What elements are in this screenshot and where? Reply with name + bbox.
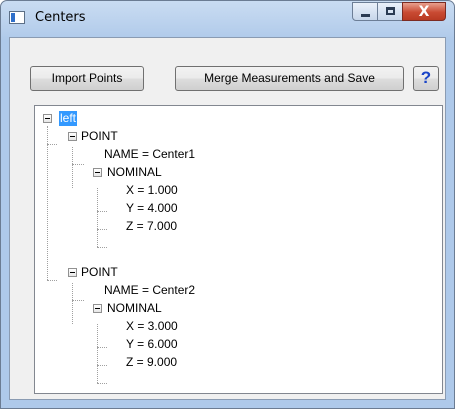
tree-node-z[interactable]: Z = 7.000: [126, 219, 177, 234]
tree-connector: [97, 211, 107, 212]
merge-measurements-save-button[interactable]: Merge Measurements and Save: [175, 66, 404, 91]
tree-connector: [97, 383, 107, 384]
tree-connector: [97, 229, 107, 230]
help-icon: ?: [420, 68, 432, 87]
collapse-toggle-icon[interactable]: [68, 132, 77, 141]
tree-node-name[interactable]: NAME = Center2: [104, 283, 195, 298]
close-icon: X: [418, 4, 430, 20]
tree-node-name[interactable]: NAME = Center1: [104, 147, 195, 162]
tree-node-x[interactable]: X = 3.000: [126, 319, 178, 334]
collapse-toggle-icon[interactable]: [68, 268, 77, 277]
tree-connector: [47, 144, 57, 145]
tree-node-nominal[interactable]: NOMINAL: [107, 301, 162, 316]
dialog-body: Import Points Merge Measurements and Sav…: [9, 37, 446, 400]
tree-connector: [47, 280, 57, 281]
tree-connector: [72, 164, 84, 165]
tree-connector: [72, 283, 73, 324]
tree-connector: [72, 147, 73, 188]
tree-node-nominal[interactable]: NOMINAL: [107, 165, 162, 180]
caption-buttons: X: [352, 2, 446, 22]
minimize-button[interactable]: [352, 2, 378, 21]
points-tree-view[interactable]: left POINT NAME = Center1 NOMINAL X = 1.…: [34, 105, 443, 394]
collapse-toggle-icon[interactable]: [93, 304, 102, 313]
import-points-button[interactable]: Import Points: [30, 66, 144, 91]
minimize-icon: [361, 14, 370, 17]
tree-connector: [97, 347, 107, 348]
tree-node-z[interactable]: Z = 9.000: [126, 355, 177, 370]
tree-connector: [72, 300, 84, 301]
tree-node-root[interactable]: left: [59, 111, 78, 126]
tree-connector: [97, 188, 98, 247]
tree-node-y[interactable]: Y = 4.000: [126, 201, 178, 216]
title-bar[interactable]: Centers X: [1, 1, 454, 37]
app-window-icon: [9, 11, 25, 24]
tree-node-x[interactable]: X = 1.000: [126, 183, 178, 198]
tree-connector: [97, 324, 98, 383]
window-title: Centers: [35, 10, 86, 25]
collapse-toggle-icon[interactable]: [43, 114, 52, 123]
centers-window: Centers X Import Points Merge Measuremen…: [0, 0, 455, 409]
tree-connector: [97, 365, 107, 366]
tree-connector: [47, 126, 48, 280]
help-button[interactable]: ?: [413, 66, 439, 91]
collapse-toggle-icon[interactable]: [93, 168, 102, 177]
tree-connector: [97, 247, 107, 248]
tree-node-y[interactable]: Y = 6.000: [126, 337, 178, 352]
maximize-icon: [386, 7, 395, 15]
tree-node-point[interactable]: POINT: [81, 129, 118, 144]
maximize-button[interactable]: [377, 2, 403, 21]
tree-node-point[interactable]: POINT: [81, 265, 118, 280]
close-button[interactable]: X: [402, 2, 446, 21]
